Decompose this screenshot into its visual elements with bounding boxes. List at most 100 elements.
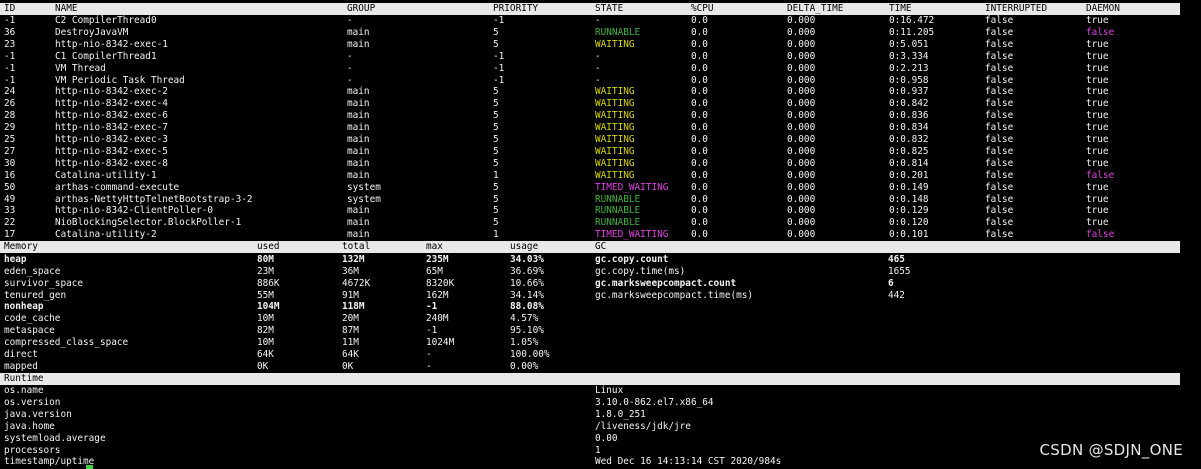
memory-cell: -1 <box>426 325 438 337</box>
thread-cell: 0.000 <box>787 62 816 74</box>
thread-cell: WAITING <box>595 122 635 134</box>
thread-row: -1 VM Periodic Task Thread - -1 - 0.0 0.000 0:0… <box>0 75 1180 87</box>
thread-cell: http-nio-8342-ClientPoller-0 <box>55 205 214 217</box>
thread-cell: WAITING <box>595 86 635 98</box>
thread-cell: 0.000 <box>787 169 816 181</box>
thread-cell: false <box>985 217 1014 229</box>
memory-cell: 162M <box>426 289 449 301</box>
thread-cell: - <box>595 15 601 26</box>
memory-cell: 20M <box>342 313 359 325</box>
thread-cell: true <box>1086 122 1109 134</box>
thread-cell: 5 <box>493 181 499 193</box>
thread-cell: 5 <box>493 38 499 50</box>
memory-cell: 886K <box>257 277 280 289</box>
thread-header-cell: PRIORITY <box>493 3 539 14</box>
thread-cell: 0.000 <box>787 205 816 217</box>
thread-cell: RUNNABLE <box>595 193 641 205</box>
memory-cell: 240M <box>426 313 449 325</box>
thread-cell: 0.0 <box>691 193 708 205</box>
memory-header-cell: total <box>342 241 371 252</box>
thread-cell: 0.0 <box>691 62 708 74</box>
thread-cell: 0.000 <box>787 110 816 122</box>
thread-cell: VM Thread <box>55 62 106 74</box>
runtime-value: Wed Dec 16 14:13:14 CST 2020/984s <box>595 456 782 468</box>
thread-cell: - <box>347 74 353 86</box>
thread-cell: RUNNABLE <box>595 205 641 217</box>
thread-cell: main <box>347 122 370 134</box>
thread-row: 28 http-nio-8342-exec-6 main 5 WAITING 0.0 0.0… <box>0 110 1180 122</box>
memory-cell: code_cache <box>4 313 61 325</box>
thread-cell: true <box>1086 205 1109 217</box>
runtime-row: processors 1 <box>0 445 1180 457</box>
thread-cell: - <box>347 62 353 74</box>
memory-cell: 36M <box>342 265 359 277</box>
thread-cell: http-nio-8342-exec-8 <box>55 157 168 169</box>
thread-cell: RUNNABLE <box>595 26 641 38</box>
runtime-value: 0.00 <box>595 432 618 444</box>
runtime-row: systemload.average 0.00 <box>0 433 1180 445</box>
thread-cell: main <box>347 145 370 157</box>
thread-cell: false <box>985 86 1014 98</box>
thread-cell: 5 <box>493 217 499 229</box>
thread-cell: false <box>985 134 1014 145</box>
thread-cell: WAITING <box>595 134 635 145</box>
memory-cell: 34.03% <box>510 254 544 265</box>
thread-cell: system <box>347 193 381 205</box>
thread-cell: 0.0 <box>691 134 708 145</box>
memory-cell: 132M <box>342 254 365 265</box>
thread-header-cell: NAME <box>55 3 78 14</box>
thread-cell: 0:0.836 <box>889 110 929 122</box>
runtime-value: 1 <box>595 444 601 456</box>
thread-cell: false <box>985 229 1014 241</box>
thread-cell: WAITING <box>595 169 635 181</box>
thread-cell: RUNNABLE <box>595 217 641 229</box>
thread-cell: false <box>1086 229 1115 241</box>
thread-cell: 29 <box>4 122 16 134</box>
thread-row: 25 http-nio-8342-exec-3 main 5 WAITING 0.0 0.0… <box>0 134 1180 146</box>
runtime-key: timestamp/uptime <box>4 456 95 468</box>
thread-cell: -1 <box>493 74 505 86</box>
thread-cell: http-nio-8342-exec-2 <box>55 86 168 98</box>
thread-table-header: ID NAME GROUP PRIORITY STATE %CPU DELTA_TIME TI… <box>0 3 1180 15</box>
thread-cell: 0.0 <box>691 26 708 38</box>
thread-cell: 0:0.958 <box>889 74 929 86</box>
thread-cell: 0:0.129 <box>889 205 929 217</box>
terminal-cursor <box>86 465 93 469</box>
runtime-value: 3.10.0-862.el7.x86_64 <box>595 396 714 408</box>
thread-cell: -1 <box>4 74 16 86</box>
thread-cell: -1 <box>493 62 505 74</box>
thread-cell: 5 <box>493 205 499 217</box>
thread-cell: 0:0.101 <box>889 229 929 241</box>
thread-cell: 0.000 <box>787 122 816 134</box>
gc-metric-value: 6 <box>888 277 894 289</box>
thread-cell: main <box>347 169 370 181</box>
thread-cell: 0.000 <box>787 134 816 145</box>
memory-cell: direct <box>4 348 38 360</box>
runtime-key: os.version <box>4 396 61 408</box>
thread-cell: false <box>985 157 1014 169</box>
runtime-row: os.version 3.10.0-862.el7.x86_64 <box>0 397 1180 409</box>
thread-row: 50 arthas-command-execute system 5 TIMED_WAI… <box>0 182 1180 194</box>
thread-cell: 0:0.832 <box>889 134 929 145</box>
thread-row: 36 DestroyJavaVM main 5 RUNNABLE 0.0 0.000 0:11… <box>0 27 1180 39</box>
thread-cell: true <box>1086 98 1109 110</box>
thread-cell: 0.0 <box>691 169 708 181</box>
thread-row: 22 NioBlockingSelector.BlockPoller-1 main 5… <box>0 217 1180 229</box>
thread-cell: TIMED_WAITING <box>595 181 669 193</box>
thread-cell: 0.0 <box>691 217 708 229</box>
runtime-row: os.name Linux <box>0 385 1180 397</box>
memory-cell: tenured_gen <box>4 289 67 301</box>
memory-row: mapped 0K 0K - 0.00% <box>0 361 1180 373</box>
thread-cell: 0:0.149 <box>889 181 929 193</box>
memory-cell: heap <box>4 254 27 265</box>
memory-header-cell: usage <box>510 241 539 252</box>
thread-header-cell: DAEMON <box>1086 3 1120 14</box>
thread-cell: true <box>1086 134 1109 145</box>
thread-row: 30 http-nio-8342-exec-8 main 5 WAITING 0.0 0.0… <box>0 158 1180 170</box>
thread-cell: http-nio-8342-exec-7 <box>55 122 168 134</box>
thread-cell: 0.000 <box>787 38 816 50</box>
thread-cell: true <box>1086 193 1109 205</box>
thread-row: 26 http-nio-8342-exec-4 main 5 WAITING 0.0 0.0… <box>0 98 1180 110</box>
thread-cell: 0:0.937 <box>889 86 929 98</box>
memory-cell: 0K <box>342 360 354 372</box>
